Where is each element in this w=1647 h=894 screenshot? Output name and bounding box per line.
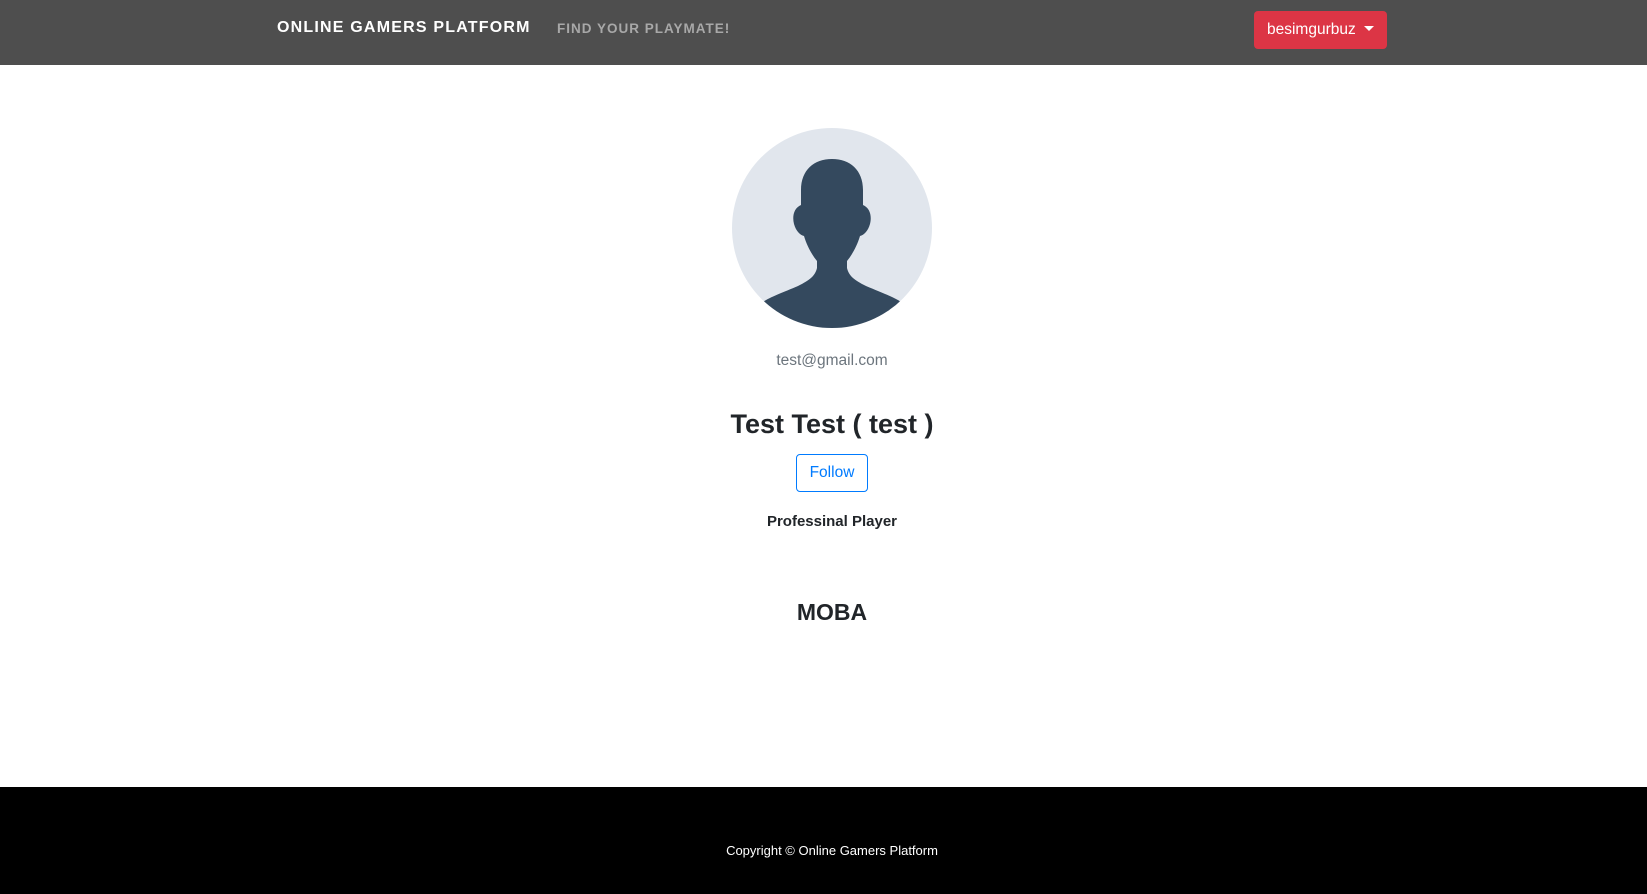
profile-email: test@gmail.com [776,352,888,369]
page: ONLINE GAMERS PLATFORM FIND YOUR PLAYMAT… [0,0,1647,894]
copyright-text: Copyright © Online Gamers Platform [726,843,938,858]
favorite-genre: MOBA [796,599,868,625]
profile-display-name: Test Test ( test ) [730,409,934,439]
caret-down-icon [1363,25,1374,31]
profile-bio: Professinal Player [766,513,898,530]
user-menu-label: besimgurbuz [1267,21,1356,38]
brand-link[interactable]: ONLINE GAMERS PLATFORM [277,19,531,37]
follow-button[interactable]: Follow [796,454,868,492]
navbar: ONLINE GAMERS PLATFORM FIND YOUR PLAYMAT… [0,0,1647,65]
find-playmate-link[interactable]: FIND YOUR PLAYMATE! [557,21,730,36]
footer: Copyright © Online Gamers Platform [0,787,1647,894]
avatar [732,128,932,328]
user-menu-button[interactable]: besimgurbuz [1254,11,1387,49]
user-silhouette-icon [763,159,901,328]
